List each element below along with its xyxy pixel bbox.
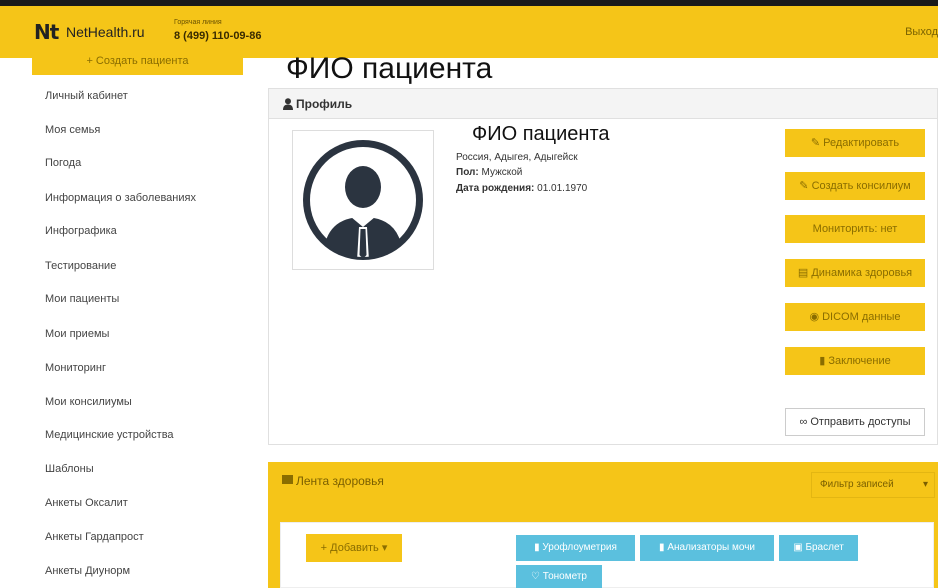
edit-button-label: Редактировать — [823, 137, 900, 149]
dicom-label: DICOM данные — [822, 311, 901, 323]
sidebar-item-personal-account[interactable]: Личный кабинет — [45, 90, 128, 102]
hotline-label: Горячая линия — [174, 19, 222, 26]
sidebar-item-testing[interactable]: Тестирование — [45, 260, 116, 272]
uroflowmetry-label: Урофлоуметрия — [542, 542, 617, 553]
urine-analyzers-button[interactable]: ▮ Анализаторы мочи — [640, 535, 774, 561]
sidebar-item-diunorm-forms[interactable]: Анкеты Диунорм — [45, 565, 130, 577]
filter-records-dropdown[interactable]: Фильтр записей ▾ — [811, 472, 935, 498]
sidebar-item-my-family[interactable]: Моя семья — [45, 124, 100, 136]
health-dynamics-label: Динамика здоровья — [811, 267, 913, 279]
tonometer-button[interactable]: ♡ Тонометр — [516, 565, 602, 588]
tonometer-label: Тонометр — [542, 571, 587, 582]
gender-label: Пол: — [456, 167, 479, 178]
logo-mark[interactable]: Nt — [34, 20, 59, 44]
link-icon: ∞ — [799, 416, 808, 428]
sidebar-item-my-consiliums[interactable]: Мои консилиумы — [45, 396, 132, 408]
dicom-button[interactable]: ◉ DICOM данные — [785, 303, 925, 331]
sidebar-item-oksalit-forms[interactable]: Анкеты Оксалит — [45, 497, 128, 509]
monitor-button[interactable]: Мониторить: нет — [785, 215, 925, 243]
dob-value: 01.01.1970 — [537, 183, 588, 194]
filter-records-label: Фильтр записей — [820, 479, 894, 490]
edit-icon: ✎ — [810, 137, 821, 149]
create-consilium-button[interactable]: ✎ Создать консилиум — [785, 172, 925, 200]
hotline-phone: 8 (499) 110-09-86 — [174, 30, 262, 42]
profile-panel-title: Профиль — [296, 97, 353, 111]
health-feed-panel: Лента здоровья Фильтр записей ▾ — [268, 462, 938, 588]
logout-link[interactable]: Выход — [905, 26, 938, 38]
logo-text[interactable]: NetHealth.ru — [66, 24, 145, 40]
patient-gender: Пол: Мужской — [456, 167, 522, 178]
create-patient-button[interactable]: + Создать пациента — [32, 48, 243, 75]
edit-icon: ✎ — [799, 180, 809, 192]
add-record-button[interactable]: + Добавить ▾ — [306, 534, 402, 562]
avatar-placeholder-icon — [303, 140, 423, 260]
sidebar-item-my-patients[interactable]: Мои пациенты — [45, 293, 119, 305]
comment-icon — [282, 475, 293, 484]
user-icon — [283, 98, 293, 110]
sidebar-item-monitoring[interactable]: Мониторинг — [45, 362, 106, 374]
sidebar-item-diseases-info[interactable]: Информация о заболеваниях — [45, 192, 196, 204]
send-access-label: Отправить доступы — [810, 416, 911, 428]
dob-label: Дата рождения: — [456, 183, 535, 194]
sidebar-item-weather[interactable]: Погода — [45, 157, 81, 169]
list-icon: ▤ — [797, 267, 809, 279]
sidebar-item-infographics[interactable]: Инфографика — [45, 225, 117, 237]
heart-icon: ♡ — [531, 571, 540, 582]
conclusion-button[interactable]: ▮ Заключение — [785, 347, 925, 375]
bar-chart-icon: ▮ — [659, 542, 665, 553]
patient-location: Россия, Адыгея, Адыгейск — [456, 152, 578, 163]
gender-value: Мужской — [481, 167, 523, 178]
bar-chart-icon: ▮ — [819, 355, 826, 367]
create-consilium-label: Создать консилиум — [811, 180, 911, 192]
avatar — [292, 130, 434, 270]
camera-icon: ◉ — [809, 311, 820, 323]
caret-down-icon: ▾ — [381, 542, 388, 554]
bracelet-label: Браслет — [805, 542, 844, 553]
urine-analyzers-label: Анализаторы мочи — [667, 542, 755, 553]
bracelet-icon: ▣ — [793, 542, 803, 553]
bracelet-button[interactable]: ▣ Браслет — [779, 535, 858, 561]
health-dynamics-button[interactable]: ▤ Динамика здоровья — [785, 259, 925, 287]
uroflowmetry-button[interactable]: ▮ Урофлоуметрия — [516, 535, 635, 561]
sidebar-item-my-appointments[interactable]: Мои приемы — [45, 328, 109, 340]
send-access-button[interactable]: ∞ Отправить доступы — [785, 408, 925, 436]
sidebar-item-medical-devices[interactable]: Медицинские устройства — [45, 429, 174, 441]
profile-panel-header: Профиль — [269, 89, 937, 119]
sidebar-item-templates[interactable]: Шаблоны — [45, 463, 94, 475]
patient-dob: Дата рождения: 01.01.1970 — [456, 183, 587, 194]
page-title: ФИО пациента — [286, 52, 493, 85]
sidebar-item-gardaprost-forms[interactable]: Анкеты Гардапрост — [45, 531, 144, 543]
health-feed-title: Лента здоровья — [296, 474, 384, 488]
patient-name: ФИО пациента — [472, 123, 610, 145]
caret-down-icon: ▾ — [922, 479, 928, 490]
add-record-label: + Добавить — [320, 542, 379, 554]
bar-chart-icon: ▮ — [534, 542, 540, 553]
conclusion-label: Заключение — [828, 355, 891, 367]
monitor-button-label: Мониторить: нет — [812, 223, 898, 235]
edit-button[interactable]: ✎ Редактировать — [785, 129, 925, 157]
